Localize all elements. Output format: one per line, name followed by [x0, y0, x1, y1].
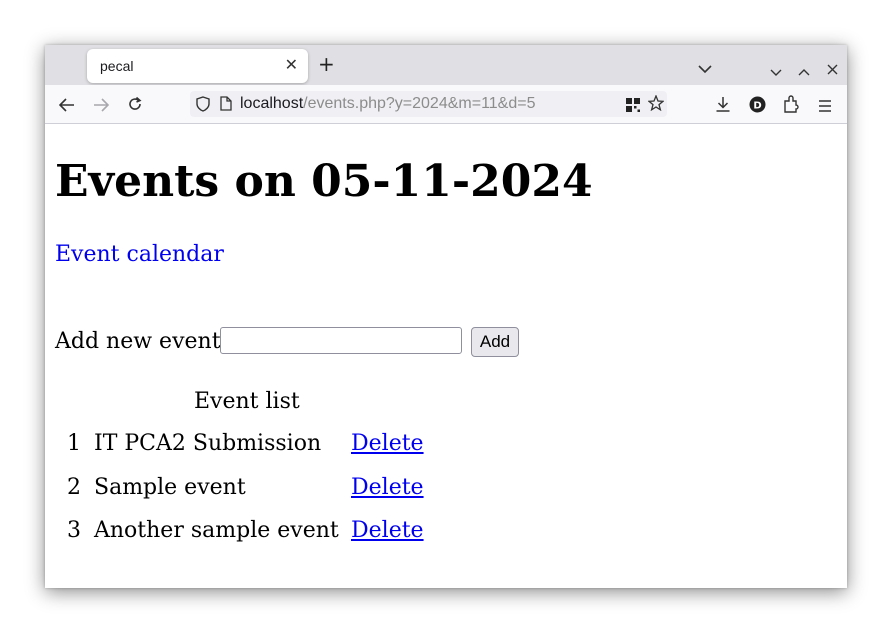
browser-window: pecal ✕ + localhost/events.php?y=2024&m=…: [45, 45, 847, 588]
download-icon[interactable]: [715, 96, 731, 116]
event-name: Sample event: [94, 475, 246, 500]
delete-link[interactable]: Delete: [351, 518, 424, 543]
delete-link[interactable]: Delete: [351, 431, 424, 456]
menu-icon[interactable]: [818, 97, 832, 116]
tab-title: pecal: [100, 58, 134, 74]
table-row: 1 IT PCA2 Submission Delete: [45, 431, 545, 461]
page-content: Events on 05-11-2024 Event calendar Add …: [45, 124, 847, 588]
page-title: Events on 05-11-2024: [55, 156, 593, 207]
maximize-icon[interactable]: [798, 61, 810, 80]
event-number: 3: [67, 518, 81, 543]
svg-text:D: D: [753, 101, 761, 112]
page-icon[interactable]: [220, 96, 232, 115]
event-number: 1: [67, 431, 81, 456]
add-event-label: Add new event:: [55, 329, 228, 354]
shield-icon[interactable]: [196, 96, 210, 116]
reload-icon[interactable]: [127, 96, 143, 116]
qr-code-icon[interactable]: [626, 97, 640, 116]
event-number: 2: [67, 475, 81, 500]
tab-list-icon[interactable]: [698, 59, 712, 78]
table-row: 2 Sample event Delete: [45, 475, 545, 505]
window-close-icon[interactable]: [827, 60, 838, 79]
add-button[interactable]: Add: [471, 327, 519, 357]
new-tab-icon[interactable]: +: [318, 54, 335, 74]
event-calendar-link[interactable]: Event calendar: [55, 242, 224, 267]
tab-pecal[interactable]: pecal ✕: [87, 49, 308, 83]
back-icon[interactable]: [58, 97, 75, 116]
forward-icon: [93, 97, 110, 116]
new-event-input[interactable]: [220, 327, 462, 354]
close-icon[interactable]: ✕: [285, 55, 298, 74]
url-path: /events.php?y=2024&m=11&d=5: [303, 95, 536, 112]
event-name: Another sample event: [94, 518, 339, 543]
profile-icon[interactable]: D: [749, 96, 766, 117]
tab-bar: pecal ✕ +: [45, 45, 847, 85]
extensions-icon[interactable]: [783, 95, 799, 117]
minimize-icon[interactable]: [770, 62, 782, 81]
nav-bar: localhost/events.php?y=2024&m=11&d=5 D: [45, 85, 847, 124]
bookmark-star-icon[interactable]: [647, 94, 665, 115]
event-name: IT PCA2 Submission: [94, 431, 322, 456]
url-host: localhost: [240, 95, 304, 112]
table-row: 3 Another sample event Delete: [45, 518, 545, 548]
event-list-caption: Event list: [194, 389, 300, 414]
delete-link[interactable]: Delete: [351, 475, 424, 500]
url-text[interactable]: localhost/events.php?y=2024&m=11&d=5: [240, 95, 535, 113]
url-bar[interactable]: localhost/events.php?y=2024&m=11&d=5: [190, 91, 667, 117]
